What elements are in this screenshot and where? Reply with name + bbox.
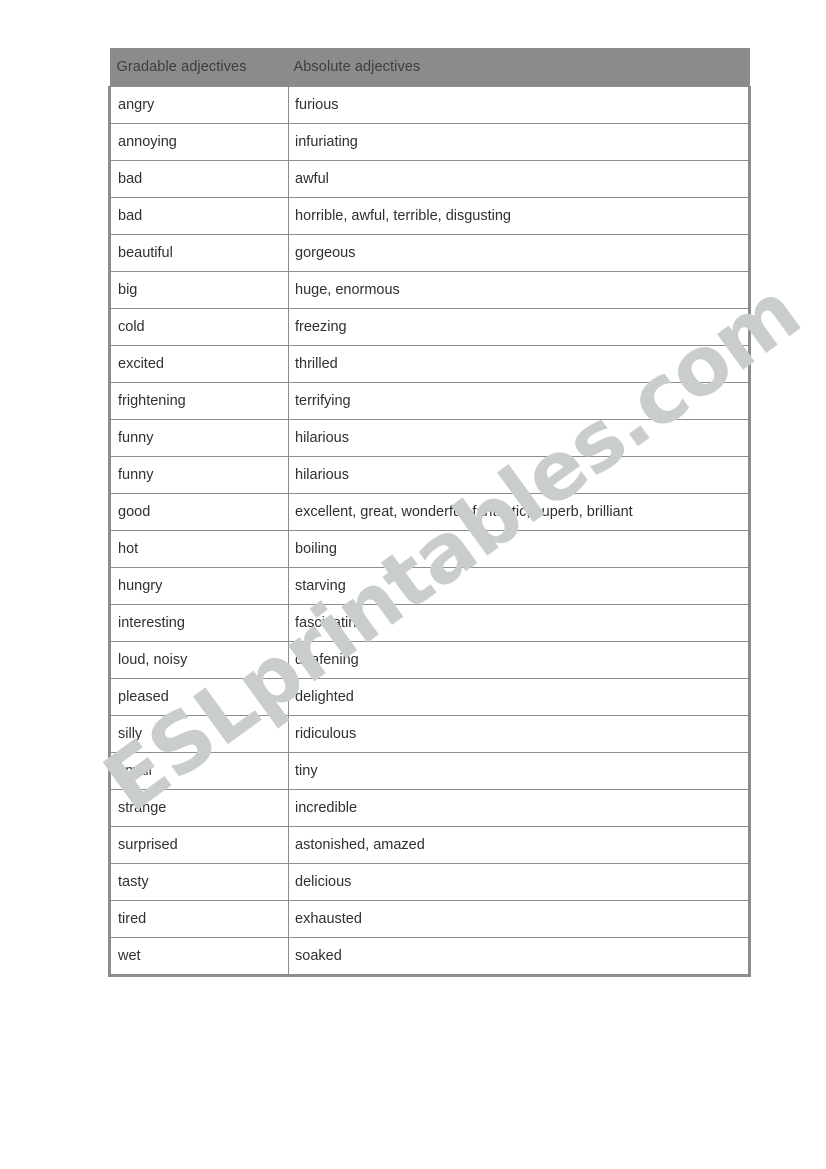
- table-row: big huge, enormous: [108, 271, 751, 309]
- table-row: surprised astonished, amazed: [108, 826, 751, 864]
- cell-gradable-adjective: small: [108, 752, 289, 790]
- table-body: angry furious annoying infuriating bad awful b…: [108, 86, 751, 977]
- table-row: beautiful gorgeous: [108, 234, 751, 272]
- cell-gradable-adjective: beautiful: [108, 234, 289, 272]
- cell-absolute-adjective: starving: [288, 567, 751, 605]
- column-header-absolute-adjectives: Absolute adjectives: [288, 48, 750, 87]
- cell-gradable-adjective: funny: [108, 456, 289, 494]
- cell-absolute-adjective: astonished, amazed: [288, 826, 751, 864]
- cell-gradable-adjective: big: [108, 271, 289, 309]
- cell-gradable-adjective: good: [108, 493, 289, 531]
- worksheet-page: Gradable adjectives Absolute adjectives …: [0, 0, 826, 1169]
- cell-gradable-adjective: cold: [108, 308, 289, 346]
- table-row: tired exhausted: [108, 900, 751, 938]
- cell-gradable-adjective: hot: [108, 530, 289, 568]
- cell-absolute-adjective: excellent, great, wonderful, fantastic, …: [288, 493, 751, 531]
- cell-gradable-adjective: excited: [108, 345, 289, 383]
- cell-gradable-adjective: tasty: [108, 863, 289, 901]
- cell-absolute-adjective: incredible: [288, 789, 751, 827]
- cell-absolute-adjective: huge, enormous: [288, 271, 751, 309]
- table-row: frightening terrifying: [108, 382, 751, 420]
- cell-absolute-adjective: ridiculous: [288, 715, 751, 753]
- table-row: pleased delighted: [108, 678, 751, 716]
- table-row: strange incredible: [108, 789, 751, 827]
- cell-gradable-adjective: funny: [108, 419, 289, 457]
- cell-gradable-adjective: strange: [108, 789, 289, 827]
- cell-absolute-adjective: horrible, awful, terrible, disgusting: [288, 197, 751, 235]
- table-row: bad awful: [108, 160, 751, 198]
- table-row: funny hilarious: [108, 419, 751, 457]
- table-row: good excellent, great, wonderful, fantast…: [108, 493, 751, 531]
- cell-absolute-adjective: delicious: [288, 863, 751, 901]
- cell-gradable-adjective: angry: [108, 86, 289, 124]
- cell-absolute-adjective: boiling: [288, 530, 751, 568]
- table-row: annoying infuriating: [108, 123, 751, 161]
- cell-absolute-adjective: soaked: [288, 937, 751, 977]
- table-row: funny hilarious: [108, 456, 751, 494]
- cell-absolute-adjective: deafening: [288, 641, 751, 679]
- cell-gradable-adjective: wet: [108, 937, 289, 977]
- cell-gradable-adjective: annoying: [108, 123, 289, 161]
- table-row: bad horrible, awful, terrible, disgusting: [108, 197, 751, 235]
- cell-gradable-adjective: pleased: [108, 678, 289, 716]
- cell-gradable-adjective: bad: [108, 160, 289, 198]
- cell-absolute-adjective: fascinating: [288, 604, 751, 642]
- table-row: cold freezing: [108, 308, 751, 346]
- cell-absolute-adjective: thrilled: [288, 345, 751, 383]
- table-row: hungry starving: [108, 567, 751, 605]
- cell-gradable-adjective: surprised: [108, 826, 289, 864]
- cell-absolute-adjective: hilarious: [288, 456, 751, 494]
- cell-gradable-adjective: hungry: [108, 567, 289, 605]
- table-row: angry furious: [108, 86, 751, 124]
- cell-absolute-adjective: tiny: [288, 752, 751, 790]
- cell-gradable-adjective: bad: [108, 197, 289, 235]
- cell-absolute-adjective: delighted: [288, 678, 751, 716]
- cell-absolute-adjective: gorgeous: [288, 234, 751, 272]
- cell-gradable-adjective: loud, noisy: [108, 641, 289, 679]
- cell-absolute-adjective: freezing: [288, 308, 751, 346]
- cell-absolute-adjective: furious: [288, 86, 751, 124]
- adjectives-table: Gradable adjectives Absolute adjectives …: [108, 48, 751, 977]
- cell-absolute-adjective: hilarious: [288, 419, 751, 457]
- cell-absolute-adjective: terrifying: [288, 382, 751, 420]
- table-row: silly ridiculous: [108, 715, 751, 753]
- cell-gradable-adjective: interesting: [108, 604, 289, 642]
- table-row: hot boiling: [108, 530, 751, 568]
- table-row: small tiny: [108, 752, 751, 790]
- column-header-gradable-adjectives: Gradable adjectives: [109, 48, 289, 87]
- table-header-row: Gradable adjectives Absolute adjectives: [109, 48, 750, 87]
- table-row: wet soaked: [108, 937, 751, 977]
- cell-gradable-adjective: silly: [108, 715, 289, 753]
- cell-absolute-adjective: exhausted: [288, 900, 751, 938]
- table-row: excited thrilled: [108, 345, 751, 383]
- table-row: loud, noisy deafening: [108, 641, 751, 679]
- table-row: interesting fascinating: [108, 604, 751, 642]
- cell-absolute-adjective: infuriating: [288, 123, 751, 161]
- table-row: tasty delicious: [108, 863, 751, 901]
- cell-gradable-adjective: frightening: [108, 382, 289, 420]
- cell-gradable-adjective: tired: [108, 900, 289, 938]
- table-header: Gradable adjectives Absolute adjectives: [109, 48, 750, 87]
- cell-absolute-adjective: awful: [288, 160, 751, 198]
